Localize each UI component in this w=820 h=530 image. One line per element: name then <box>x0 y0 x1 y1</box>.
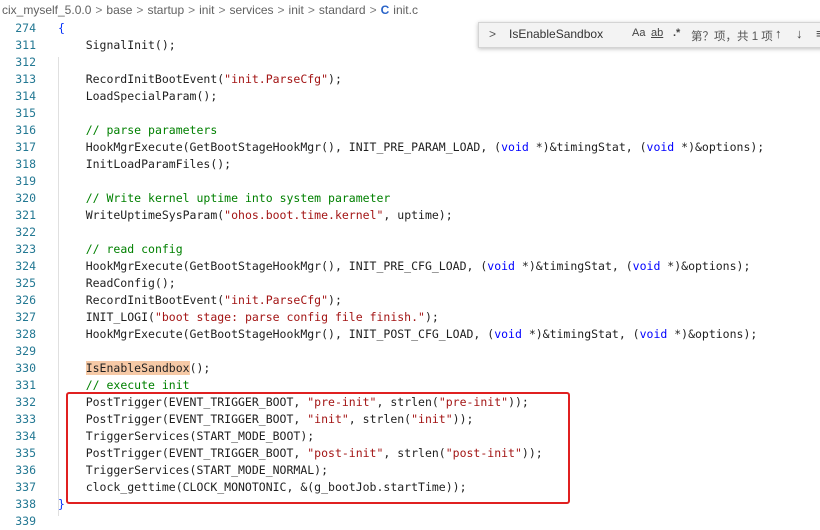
code-text[interactable]: // Write kernel uptime into system param… <box>58 190 391 207</box>
code-line[interactable]: 339 <box>0 513 820 530</box>
code-text[interactable]: { <box>58 20 65 37</box>
breadcrumb-separator-icon: > <box>218 3 226 17</box>
more-options-icon[interactable]: ≡ <box>816 26 820 41</box>
code-line[interactable]: 316 // parse parameters <box>0 122 820 139</box>
code-text[interactable]: HookMgrExecute(GetBootStageHookMgr(), IN… <box>58 326 758 343</box>
line-number: 323 <box>15 242 36 256</box>
code-line[interactable]: 320 // Write kernel uptime into system p… <box>0 190 820 207</box>
breadcrumb-separator-icon: > <box>188 3 196 17</box>
breadcrumb-separator-icon: > <box>95 3 103 17</box>
line-number: 332 <box>15 395 36 409</box>
breadcrumb: cix_myself_5.0.0 > base > startup > init > servi… <box>0 0 820 20</box>
breadcrumb-item[interactable]: base <box>106 3 132 17</box>
match-count: 第？项，共 1 项 <box>691 31 773 43</box>
breadcrumb-item[interactable]: init <box>199 3 214 17</box>
next-match-icon[interactable]: ↓ <box>796 26 803 41</box>
code-line[interactable]: 321 WriteUptimeSysParam("ohos.boot.time.… <box>0 207 820 224</box>
breadcrumb-item[interactable]: init <box>289 3 304 17</box>
breadcrumb-separator-icon: > <box>277 3 285 17</box>
line-number: 320 <box>15 191 36 205</box>
code-text[interactable]: RecordInitBootEvent("init.ParseCfg"); <box>58 71 342 88</box>
line-number: 325 <box>15 276 36 290</box>
find-widget: > IsEnableSandbox Aa ab .* 第？项，共 1 项 ↑ ↓… <box>478 22 820 48</box>
code-text[interactable]: // parse parameters <box>58 122 218 139</box>
code-text[interactable]: INIT_LOGI("boot stage: parse config file… <box>58 309 439 326</box>
line-number: 331 <box>15 378 36 392</box>
breadcrumb-file[interactable]: init.c <box>393 3 418 17</box>
code-text[interactable]: LoadSpecialParam(); <box>58 88 218 105</box>
code-line[interactable]: 313 RecordInitBootEvent("init.ParseCfg")… <box>0 71 820 88</box>
line-number: 322 <box>15 225 36 239</box>
code-line[interactable]: 329 <box>0 343 820 360</box>
line-number: 328 <box>15 327 36 341</box>
line-number: 315 <box>15 106 36 120</box>
breadcrumb-item[interactable]: startup <box>147 3 184 17</box>
breadcrumb-item[interactable]: services <box>230 3 274 17</box>
line-number: 338 <box>15 497 36 511</box>
code-line[interactable]: 322 <box>0 224 820 241</box>
line-number: 326 <box>15 293 36 307</box>
code-line[interactable]: 312 <box>0 54 820 71</box>
line-number: 327 <box>15 310 36 324</box>
line-number: 317 <box>15 140 36 154</box>
code-text[interactable]: IsEnableSandbox(); <box>58 360 210 377</box>
code-text[interactable]: HookMgrExecute(GetBootStageHookMgr(), IN… <box>58 258 751 275</box>
annotation-highlight-box <box>66 392 570 504</box>
line-number: 319 <box>15 174 36 188</box>
code-line[interactable]: 318 InitLoadParamFiles(); <box>0 156 820 173</box>
code-text[interactable]: InitLoadParamFiles(); <box>58 156 231 173</box>
line-number: 324 <box>15 259 36 273</box>
code-line[interactable]: 315 <box>0 105 820 122</box>
breadcrumb-separator-icon: > <box>369 3 377 17</box>
line-number: 330 <box>15 361 36 375</box>
code-line[interactable]: 324 HookMgrExecute(GetBootStageHookMgr()… <box>0 258 820 275</box>
line-number: 313 <box>15 72 36 86</box>
code-text[interactable]: // read config <box>58 241 183 258</box>
toggle-replace-icon[interactable]: > <box>489 27 496 41</box>
match-case-icon[interactable]: Aa <box>632 27 645 39</box>
code-text[interactable]: HookMgrExecute(GetBootStageHookMgr(), IN… <box>58 139 765 156</box>
code-text[interactable]: SignalInit(); <box>58 37 176 54</box>
code-line[interactable]: 326 RecordInitBootEvent("init.ParseCfg")… <box>0 292 820 309</box>
line-number: 339 <box>15 514 36 528</box>
code-line[interactable]: 327 INIT_LOGI("boot stage: parse config … <box>0 309 820 326</box>
code-text[interactable]: } <box>58 496 65 513</box>
breadcrumb-item[interactable]: standard <box>319 3 366 17</box>
breadcrumb-separator-icon: > <box>307 3 315 17</box>
code-line[interactable]: 319 <box>0 173 820 190</box>
line-number: 333 <box>15 412 36 426</box>
line-number: 311 <box>15 38 36 52</box>
line-number: 321 <box>15 208 36 222</box>
code-line[interactable]: 323 // read config <box>0 241 820 258</box>
line-number: 329 <box>15 344 36 358</box>
line-number: 316 <box>15 123 36 137</box>
code-text[interactable]: WriteUptimeSysParam("ohos.boot.time.kern… <box>58 207 453 224</box>
code-text[interactable]: ReadConfig(); <box>58 275 176 292</box>
line-number: 318 <box>15 157 36 171</box>
code-line[interactable]: 330 IsEnableSandbox(); <box>0 360 820 377</box>
line-number: 312 <box>15 55 36 69</box>
line-number: 337 <box>15 480 36 494</box>
code-line[interactable]: 325 ReadConfig(); <box>0 275 820 292</box>
line-number: 334 <box>15 429 36 443</box>
breadcrumb-item[interactable]: cix_myself_5.0.0 <box>2 3 91 17</box>
line-number: 274 <box>15 21 36 35</box>
code-text[interactable]: RecordInitBootEvent("init.ParseCfg"); <box>58 292 342 309</box>
regex-icon[interactable]: .* <box>673 27 680 39</box>
c-file-icon: C <box>380 3 390 17</box>
code-line[interactable]: 317 HookMgrExecute(GetBootStageHookMgr()… <box>0 139 820 156</box>
previous-match-icon[interactable]: ↑ <box>775 26 782 41</box>
code-line[interactable]: 328 HookMgrExecute(GetBootStageHookMgr()… <box>0 326 820 343</box>
line-number: 336 <box>15 463 36 477</box>
breadcrumb-separator-icon: > <box>136 3 144 17</box>
code-line[interactable]: 314 LoadSpecialParam(); <box>0 88 820 105</box>
whole-word-icon[interactable]: ab <box>651 27 663 39</box>
line-number: 314 <box>15 89 36 103</box>
line-number: 335 <box>15 446 36 460</box>
